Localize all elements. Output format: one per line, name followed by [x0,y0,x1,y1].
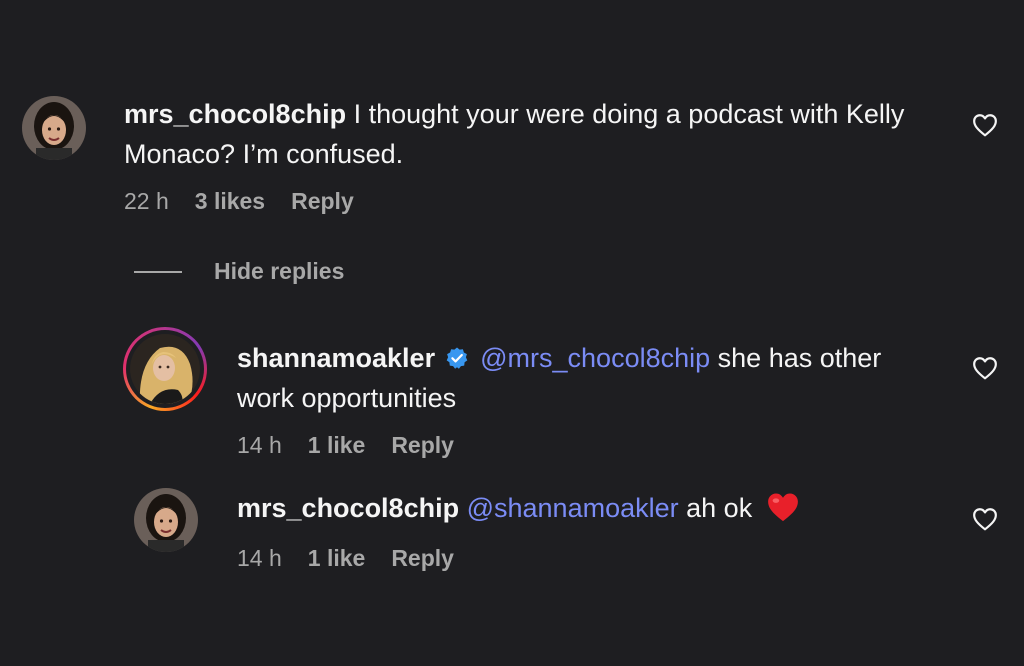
comment-reply-button[interactable]: Reply [291,188,354,215]
comment-time: 22 h [124,188,169,214]
comment-meta: 22 h 3 likes Reply [124,188,354,215]
reply-time: 14 h [237,545,282,571]
hide-replies-toggle[interactable]: Hide replies [134,258,344,285]
user-avatar-woman-icon [22,96,86,160]
reply-meta: 14 h 1 like Reply [237,432,454,459]
reply-meta: 14 h 1 like Reply [237,545,454,572]
hide-replies-label: Hide replies [214,258,345,284]
reply-time: 14 h [237,432,282,458]
reply-username[interactable]: shannamoakler [237,343,435,373]
reply-mention[interactable]: @mrs_chocol8chip [480,343,710,373]
heart-outline-icon[interactable] [972,507,998,531]
story-ring[interactable] [123,327,207,411]
heart-outline-icon[interactable] [972,113,998,137]
user-avatar[interactable] [134,488,198,552]
reply-likes[interactable]: 1 like [308,545,366,572]
reply-likes[interactable]: 1 like [308,432,366,459]
red-heart-emoji-icon [767,493,798,522]
reply-body: ah ok [686,493,753,523]
reply-text: mrs_chocol8chip @shannamoakler ah ok [237,488,937,528]
user-avatar-woman-icon [134,488,198,552]
reply-text: shannamoakler @mrs_chocol8chip she has o… [237,338,937,418]
reply-mention[interactable]: @shannamoakler [467,493,679,523]
heart-outline-icon[interactable] [972,356,998,380]
user-avatar-story-ring-icon [130,334,200,404]
reply-reply-button[interactable]: Reply [391,432,454,459]
reply-reply-button[interactable]: Reply [391,545,454,572]
divider-line [134,270,182,273]
user-avatar[interactable] [22,96,86,160]
reply-username[interactable]: mrs_chocol8chip [237,493,459,523]
verified-badge-icon [446,347,467,369]
comment-likes[interactable]: 3 likes [195,188,265,215]
comment-username[interactable]: mrs_chocol8chip [124,99,346,129]
comment-text: mrs_chocol8chip I thought your were doin… [124,94,954,174]
user-avatar [130,334,200,404]
